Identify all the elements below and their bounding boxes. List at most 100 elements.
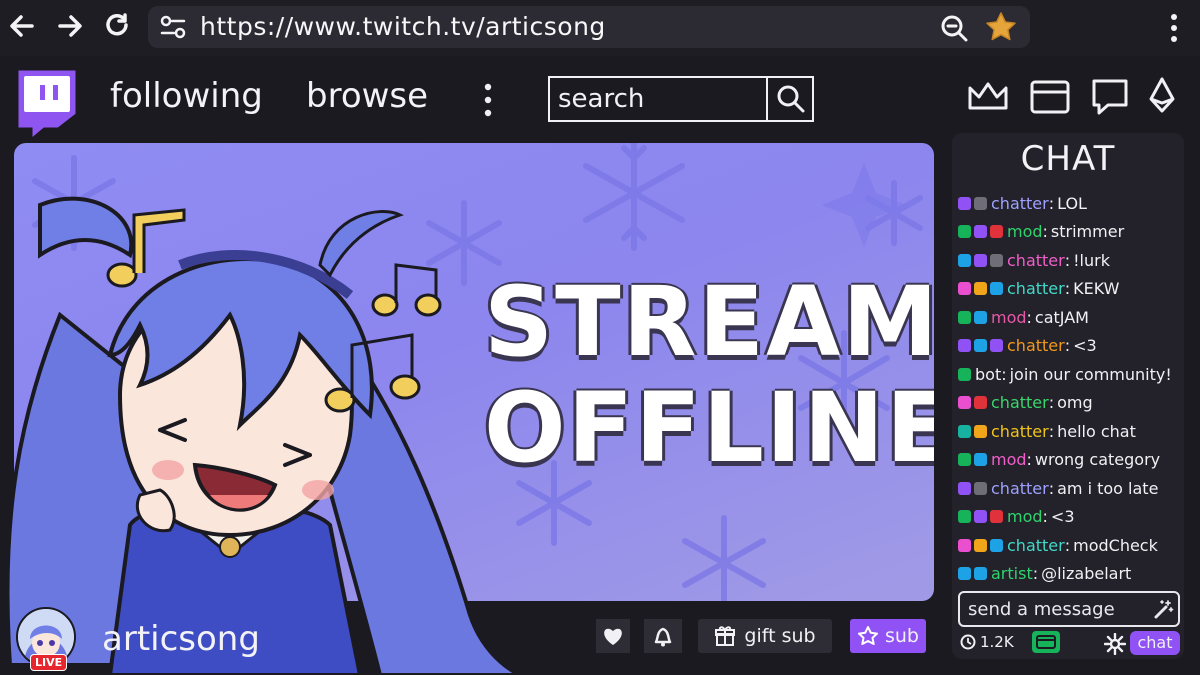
chat-badge-icon[interactable] (974, 196, 987, 210)
chat-message-text: strimmer (1050, 222, 1125, 242)
chat-separator: : (1048, 421, 1055, 441)
chat-badge-icon[interactable] (990, 538, 1003, 552)
chat-badge-icon[interactable] (974, 510, 987, 524)
chat-badge-icon[interactable] (990, 510, 1003, 524)
inbox-icon[interactable] (1028, 76, 1072, 116)
chat-username[interactable]: chatter (1007, 251, 1065, 270)
chat-badge-icon[interactable] (974, 481, 987, 495)
chat-badge-icon[interactable] (958, 538, 971, 552)
chat-username[interactable]: chatter (991, 422, 1049, 441)
chat-badge-icon[interactable] (958, 453, 971, 467)
channel-info-bar: LIVE articsong gift sub sub (0, 601, 944, 675)
chat-message-text: <3 (1050, 507, 1075, 527)
site-settings-icon[interactable] (160, 15, 186, 39)
chat-badge-icon[interactable] (974, 453, 987, 467)
chat-message-text: am i too late (1057, 478, 1159, 498)
url-text[interactable]: https://www.twitch.tv/articsong (200, 12, 606, 41)
chat-badge-icon[interactable] (990, 282, 1003, 296)
address-bar[interactable]: https://www.twitch.tv/articsong (148, 6, 1030, 48)
live-badge: LIVE (30, 654, 68, 671)
channel-name[interactable]: articsong (102, 619, 260, 659)
arrow-right-icon (58, 15, 82, 37)
follow-button[interactable] (596, 619, 630, 653)
chat-message-input[interactable]: send a message (958, 591, 1180, 627)
chat-username[interactable]: chatter (991, 194, 1049, 213)
chat-separator: : (1026, 307, 1032, 327)
chat-badge-icon[interactable] (958, 481, 971, 495)
star-icon (857, 626, 878, 645)
search-input[interactable] (550, 78, 764, 120)
chat-badge-icon[interactable] (958, 567, 971, 581)
chat-badge-icon[interactable] (990, 253, 1003, 267)
chat-badge-icon[interactable] (974, 253, 987, 267)
chat-username[interactable]: chatter (1007, 279, 1065, 298)
chat-badge-icon[interactable] (958, 396, 971, 410)
reload-button[interactable] (102, 10, 134, 42)
chat-message-text: hello chat (1057, 421, 1136, 441)
chat-badge-icon[interactable] (974, 424, 987, 438)
chat-username[interactable]: mod (1007, 222, 1043, 241)
chat-badge-icon[interactable] (990, 339, 1003, 353)
chat-badge-icon[interactable] (958, 367, 971, 381)
bits-icon[interactable] (1140, 76, 1184, 116)
subscribe-button[interactable]: sub (850, 619, 926, 653)
whisper-icon[interactable] (1088, 76, 1132, 116)
chat-badge-icon[interactable] (974, 567, 987, 581)
chat-badge-icon[interactable] (958, 225, 971, 239)
chat-separator: : (1042, 222, 1048, 242)
chat-badge-icon[interactable] (958, 510, 971, 524)
channel-points-button[interactable] (1032, 631, 1060, 653)
chat-username[interactable]: bot (975, 365, 1001, 384)
forward-button[interactable] (54, 10, 86, 42)
gift-sub-button[interactable]: gift sub (698, 619, 832, 653)
chat-username[interactable]: mod (1007, 507, 1043, 526)
search-icon (777, 85, 805, 113)
chat-username[interactable]: mod (991, 450, 1027, 469)
chat-separator: : (1064, 336, 1071, 356)
chat-badge-icon[interactable] (958, 310, 971, 324)
chat-username[interactable]: chatter (991, 393, 1049, 412)
chat-message-text: catJAM (1034, 307, 1089, 327)
chat-badge-icon[interactable] (958, 253, 971, 267)
chat-username[interactable]: mod (991, 308, 1027, 327)
nav-browse[interactable]: browse (306, 76, 428, 116)
chat-badge-icon[interactable] (974, 225, 987, 239)
chat-separator: : (1064, 250, 1071, 270)
notifications-button[interactable] (644, 619, 682, 653)
chat-badge-icon[interactable] (958, 196, 971, 210)
chat-message-text: omg (1057, 393, 1093, 413)
browser-menu-icon[interactable] (1162, 12, 1186, 44)
reload-icon (106, 13, 128, 36)
chat-message: mod: <3 (958, 503, 1184, 532)
back-button[interactable] (6, 10, 38, 42)
chat-badge-icon[interactable] (974, 396, 987, 410)
nav-following[interactable]: following (110, 76, 263, 116)
chat-username[interactable]: chatter (1007, 336, 1065, 355)
chat-username[interactable]: chatter (991, 479, 1049, 498)
chat-separator: : (1032, 564, 1039, 584)
emote-picker-icon[interactable] (1152, 599, 1174, 621)
gear-icon[interactable] (1104, 633, 1126, 655)
chat-badge-icon[interactable] (974, 310, 987, 324)
chat-badge-icon[interactable] (974, 339, 987, 353)
chat-badge-icon[interactable] (958, 282, 971, 296)
chat-badge-icon[interactable] (958, 339, 971, 353)
chat-message-list: chatter: LOL mod: strimmer chatter: !lurk chat… (958, 189, 1184, 588)
chat-badge-icon[interactable] (974, 538, 987, 552)
chat-badge-icon[interactable] (958, 424, 971, 438)
browser-toolbar: https://www.twitch.tv/articsong (0, 0, 1200, 56)
twitch-logo-icon[interactable] (12, 66, 80, 140)
zoom-out-icon[interactable] (938, 12, 970, 44)
crown-icon[interactable] (966, 76, 1010, 116)
chat-send-button[interactable]: chat (1130, 631, 1180, 655)
chat-username[interactable]: artist (991, 564, 1033, 583)
chat-username[interactable]: chatter (1007, 536, 1065, 555)
chat-separator: : (1064, 535, 1071, 555)
chat-badge-icon[interactable] (974, 282, 987, 296)
gift-sub-label: gift sub (744, 625, 816, 647)
more-options-icon[interactable] (478, 82, 498, 118)
chat-badge-icon[interactable] (990, 225, 1003, 239)
search-button[interactable] (766, 78, 814, 120)
offline-line-2: OFFLINE (484, 372, 934, 484)
bookmark-star-icon[interactable] (984, 10, 1018, 44)
